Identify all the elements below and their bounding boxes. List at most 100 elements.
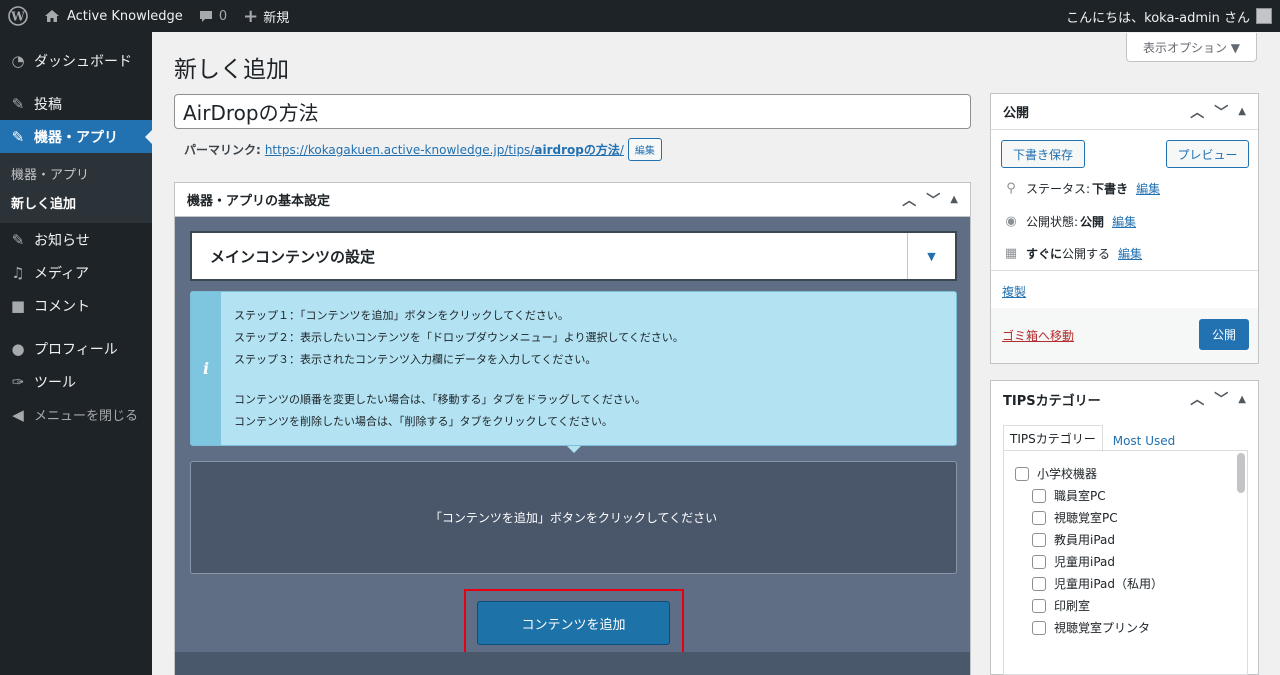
category-checkbox[interactable]: 印刷室 <box>1032 597 1090 614</box>
category-checkbox[interactable]: 視聴覚室プリンタ <box>1032 619 1150 636</box>
avatar <box>1256 8 1272 24</box>
sidebar-item-media[interactable]: ♫ メディア <box>0 256 152 289</box>
collapse-menu-button[interactable]: ◀ メニューを閉じる <box>0 398 152 431</box>
add-content-button[interactable]: コンテンツを追加 <box>477 601 670 645</box>
checkbox[interactable] <box>1032 598 1046 613</box>
toggle-arrow-icon[interactable]: ▲ <box>950 194 958 205</box>
category-label: 視聴覚室プリンタ <box>1054 621 1151 635</box>
tips-header: TIPSカテゴリー ︿ ﹀ ▲ <box>991 381 1258 417</box>
trash-link[interactable]: ゴミ箱へ移動 <box>1002 327 1074 344</box>
sidebar-item-tools[interactable]: ✑ ツール <box>0 365 152 398</box>
category-checkbox[interactable]: 教員用iPad <box>1032 531 1115 548</box>
checkbox[interactable] <box>1032 510 1046 525</box>
pin-icon: ✎ <box>11 127 25 146</box>
metabox-inside: メインコンテンツの設定 ▼ i ステップ１：「コンテンツを追加」ボタンをクリック… <box>175 217 970 675</box>
collapse-icon: ◀ <box>12 405 24 424</box>
chevron-up-icon[interactable]: ︿ <box>902 190 916 210</box>
sidebar-item-label: メディア <box>34 265 90 282</box>
duplicate-link[interactable]: 複製 <box>1002 283 1026 300</box>
instruction-line: ステップ１：「コンテンツを追加」ボタンをクリックしてください。 <box>234 309 569 322</box>
tips-category-metabox: TIPSカテゴリー ︿ ﹀ ▲ TIPSカテゴリー Most Used 小学校機… <box>990 380 1259 675</box>
sidebar-item-devices-apps[interactable]: ✎ 機器・アプリ <box>0 120 152 153</box>
category-checkbox[interactable]: 小学校機器 <box>1015 465 1097 482</box>
submenu-item-add-new[interactable]: 新しく追加 <box>0 188 152 217</box>
post-title-input[interactable] <box>174 94 971 129</box>
screen-options-button[interactable]: 表示オプション ▼ <box>1126 33 1257 62</box>
tab-most-used[interactable]: Most Used <box>1107 430 1182 452</box>
home-icon <box>45 10 59 22</box>
metabox-title: 機器・アプリの基本設定 <box>187 194 331 209</box>
chevron-up-icon[interactable]: ︿ <box>1190 102 1204 122</box>
content-empty-area: 「コンテンツを追加」ボタンをクリックしてください <box>190 461 957 574</box>
wordpress-logo-icon[interactable]: W <box>0 0 36 32</box>
pin-icon: ✎ <box>11 230 25 249</box>
category-checklist: 小学校機器 職員室PC 視聴覚室PC 教員用iPad 児童用iPad 児童用iP… <box>1003 450 1248 675</box>
schedule-rest: 公開する <box>1062 247 1111 261</box>
site-name-link[interactable]: Active Knowledge <box>36 0 191 32</box>
scrollbar[interactable] <box>1237 453 1245 493</box>
checkbox[interactable] <box>1032 620 1046 635</box>
checkbox[interactable] <box>1015 466 1029 481</box>
sidebar-item-profile[interactable]: ● プロフィール <box>0 332 152 365</box>
content-header-title: メインコンテンツの設定 <box>210 247 376 266</box>
permalink-url-base: https://kokagakuen.active-knowledge.jp/t… <box>264 143 535 157</box>
publish-metabox: 公開 ︿ ﹀ ▲ 下書き保存 プレビュー ⚲ ステータス: 下書き 編集 ◉ 公… <box>990 93 1259 364</box>
submenu-item-list[interactable]: 機器・アプリ <box>0 159 152 188</box>
sidebar-item-label: 機器・アプリ <box>34 129 118 146</box>
site-name: Active Knowledge <box>67 8 183 24</box>
media-icon: ♫ <box>11 263 25 282</box>
chevron-up-icon[interactable]: ︿ <box>1190 389 1204 409</box>
category-checkbox[interactable]: 職員室PC <box>1032 487 1106 504</box>
permalink-url[interactable]: https://kokagakuen.active-knowledge.jp/t… <box>265 141 624 158</box>
category-label: 視聴覚室PC <box>1054 511 1118 525</box>
tips-title: TIPSカテゴリー <box>1003 393 1101 409</box>
instruction-line: ステップ３：表示されたコンテンツ入力欄にデータを入力してください。 <box>234 353 597 366</box>
save-draft-button[interactable]: 下書き保存 <box>1001 140 1085 168</box>
visibility-label: 公開状態: <box>1026 215 1079 229</box>
comment-icon <box>199 10 212 22</box>
chevron-down-icon[interactable]: ﹀ <box>1214 102 1228 122</box>
instructions-box: i ステップ１：「コンテンツを追加」ボタンをクリックしてください。 ステップ２：… <box>190 291 957 453</box>
visibility-edit-link[interactable]: 編集 <box>1112 213 1136 230</box>
publish-button[interactable]: 公開 <box>1199 319 1249 350</box>
toggle-arrow-icon[interactable]: ▲ <box>1238 106 1246 117</box>
sidebar-item-label: 投稿 <box>34 96 62 113</box>
new-label: 新規 <box>263 10 290 26</box>
checkbox[interactable] <box>1032 532 1046 547</box>
chevron-down-icon[interactable]: ﹀ <box>926 190 940 210</box>
schedule-bold: すぐに <box>1026 247 1063 261</box>
tab-all-categories[interactable]: TIPSカテゴリー <box>1003 425 1103 452</box>
category-checkbox[interactable]: 視聴覚室PC <box>1032 509 1118 526</box>
dropdown-toggle-button[interactable]: ▼ <box>907 233 955 279</box>
wrench-icon: ✑ <box>11 372 25 391</box>
chevron-down-icon[interactable]: ﹀ <box>1214 389 1228 409</box>
permalink-edit-button[interactable]: 編集 <box>627 138 662 161</box>
category-checkbox[interactable]: 児童用iPad（私用） <box>1032 575 1163 592</box>
sidebar-item-news[interactable]: ✎ お知らせ <box>0 223 152 256</box>
toggle-arrow-icon[interactable]: ▲ <box>1238 394 1246 405</box>
comments-link[interactable]: 0 <box>191 0 235 32</box>
checkbox[interactable] <box>1032 488 1046 503</box>
status-edit-link[interactable]: 編集 <box>1136 180 1160 197</box>
my-account-link[interactable]: こんにちは、koka-admin さん <box>1058 0 1280 32</box>
checkbox[interactable] <box>1032 576 1046 591</box>
permalink-slug: airdropの方法 <box>534 143 620 157</box>
visibility-value: 公開 <box>1080 215 1105 229</box>
schedule-edit-link[interactable]: 編集 <box>1118 245 1142 262</box>
divider <box>991 270 1258 271</box>
preview-button[interactable]: プレビュー <box>1166 140 1249 168</box>
sidebar-item-label: お知らせ <box>34 232 90 249</box>
calendar-icon: ▦ <box>1004 246 1018 261</box>
checkbox[interactable] <box>1032 554 1046 569</box>
status-value: 下書き <box>1092 182 1129 196</box>
new-content-link[interactable]: + 新規 <box>235 0 297 32</box>
pin-icon: ✎ <box>11 94 25 113</box>
category-checkbox[interactable]: 児童用iPad <box>1032 553 1115 570</box>
sidebar-item-posts[interactable]: ✎ 投稿 <box>0 87 152 120</box>
schedule-row: ▦ すぐに 公開する 編集 <box>1002 245 1142 262</box>
publish-title: 公開 <box>1003 106 1030 121</box>
visibility-row: ◉ 公開状態: 公開 編集 <box>1002 213 1136 230</box>
sidebar-item-dashboard[interactable]: ◔ ダッシュボード <box>0 44 152 77</box>
sidebar-item-comments[interactable]: ■ コメント <box>0 289 152 322</box>
category-label: 教員用iPad <box>1054 533 1116 547</box>
